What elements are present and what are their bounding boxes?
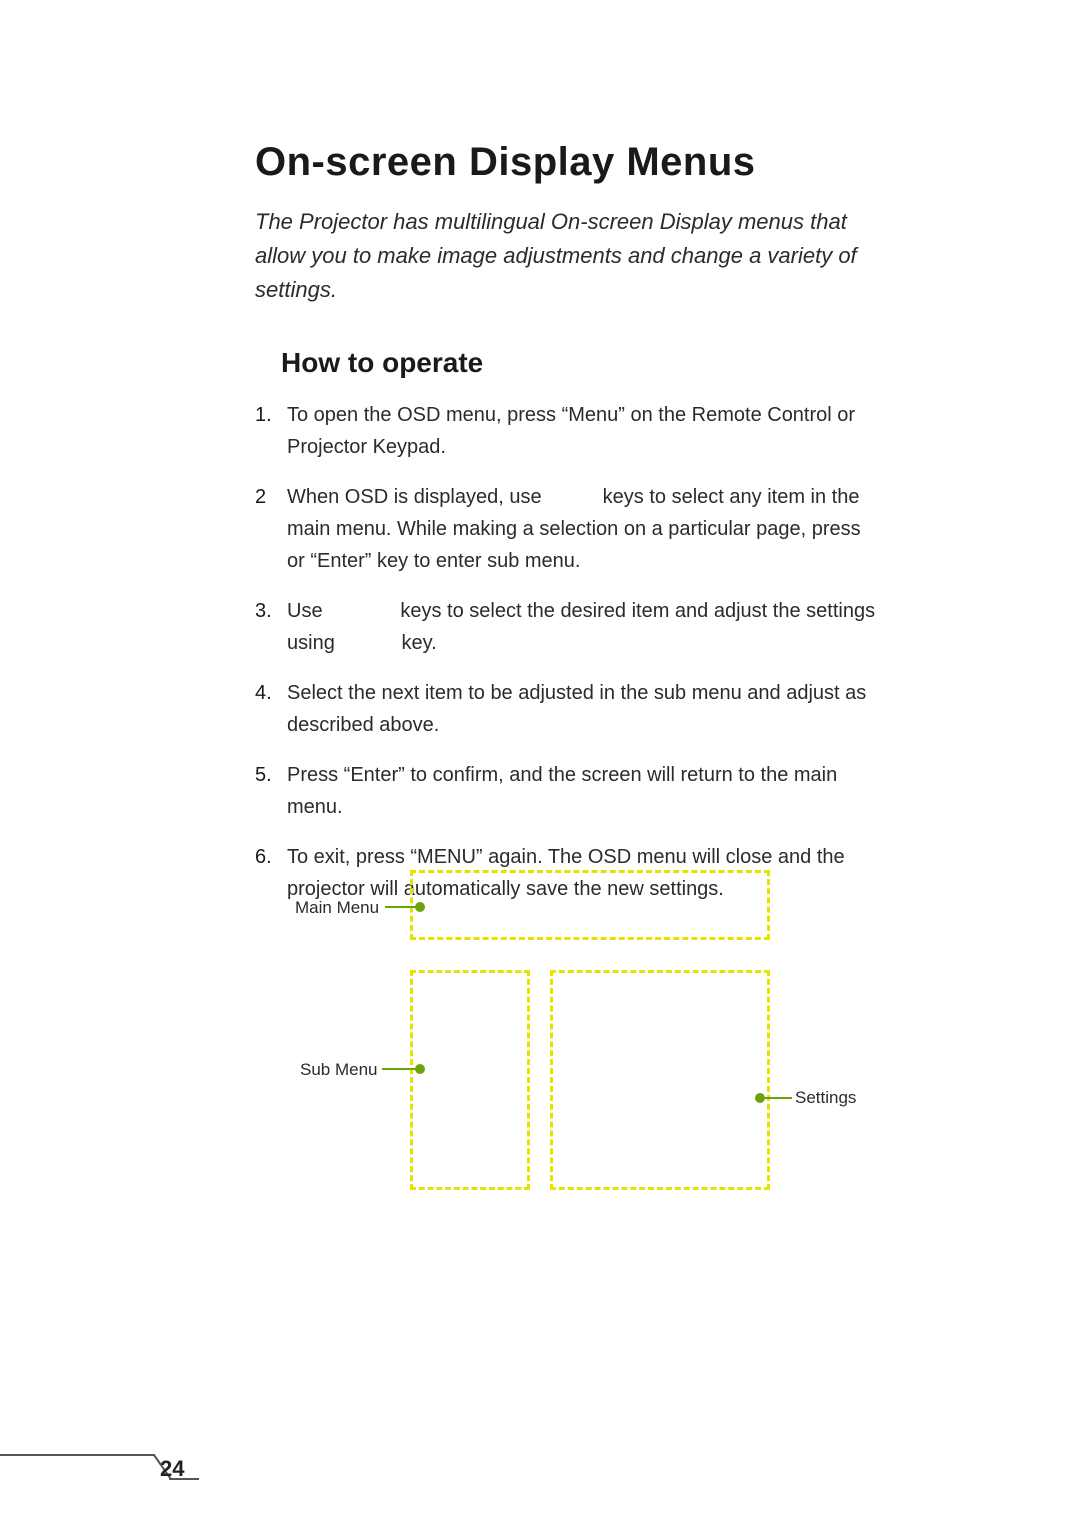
step-text: Press “Enter” to confirm, and the screen… bbox=[287, 764, 843, 818]
steps-list: To open the OSD menu, press “Menu” on th… bbox=[255, 399, 895, 905]
step-item: To open the OSD menu, press “Menu” on th… bbox=[255, 399, 895, 463]
intro-paragraph: The Projector has multilingual On-screen… bbox=[255, 205, 895, 307]
body-content: On-screen Display Menus The Projector ha… bbox=[255, 140, 895, 923]
step-item: Select the next item to be adjusted in t… bbox=[255, 677, 895, 741]
main-menu-label: Main Menu bbox=[295, 898, 379, 918]
document-page: On-screen Display Menus The Projector ha… bbox=[0, 0, 1080, 1532]
settings-box bbox=[550, 970, 770, 1190]
osd-menu-diagram: Main Menu Sub Menu Settings bbox=[200, 870, 920, 1270]
step-text: Select the next item to be adjusted in t… bbox=[287, 682, 872, 736]
sub-menu-label: Sub Menu bbox=[300, 1060, 378, 1080]
step-item: Press “Enter” to confirm, and the screen… bbox=[255, 759, 895, 823]
leader-dot-icon bbox=[415, 1064, 425, 1074]
main-menu-box bbox=[410, 870, 770, 940]
page-title: On-screen Display Menus bbox=[255, 140, 895, 185]
step-item: When OSD is displayed, use keys to selec… bbox=[255, 481, 895, 577]
step-item: Use keys to select the desired item and … bbox=[255, 595, 895, 659]
sub-menu-box bbox=[410, 970, 530, 1190]
footer-rule bbox=[0, 1454, 155, 1456]
step-text: Use keys to select the desired item and … bbox=[287, 600, 881, 654]
step-text: To open the OSD menu, press “Menu” on th… bbox=[287, 404, 861, 458]
section-heading: How to operate bbox=[281, 347, 895, 379]
step-text: When OSD is displayed, use keys to selec… bbox=[287, 486, 905, 572]
leader-dot-icon bbox=[415, 902, 425, 912]
page-footer: 24 bbox=[0, 1454, 200, 1494]
leader-dot-icon bbox=[755, 1093, 765, 1103]
settings-label: Settings bbox=[795, 1088, 856, 1108]
page-number: 24 bbox=[160, 1456, 184, 1482]
